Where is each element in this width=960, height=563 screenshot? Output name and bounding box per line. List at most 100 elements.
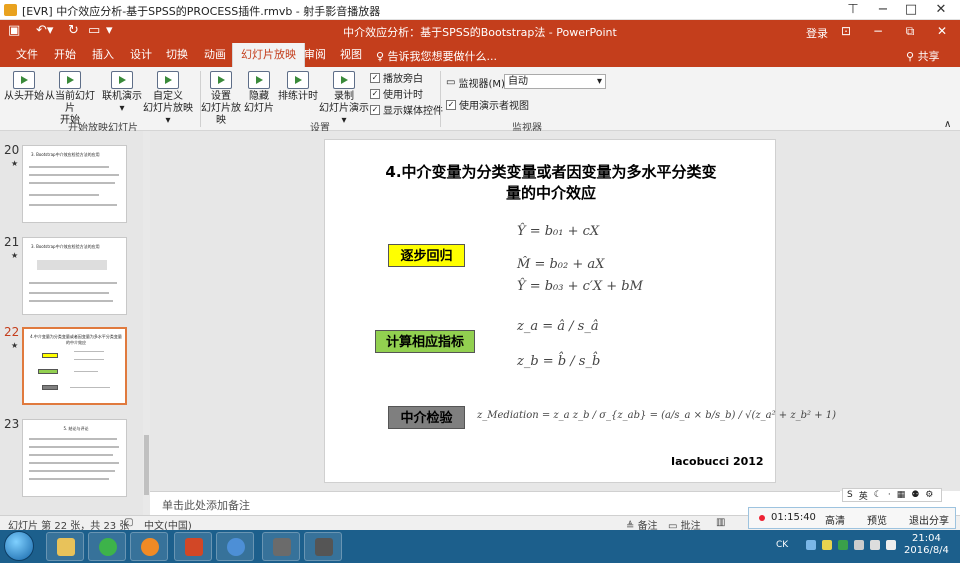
tab-slideshow[interactable]: 幻灯片放映 (232, 43, 305, 67)
tray-volume-icon[interactable] (886, 540, 896, 550)
player-close-button[interactable]: ✕ (926, 0, 956, 20)
hide-slide-label-1: 隐藏 (249, 91, 269, 102)
thumb-label-gray (42, 385, 58, 390)
taskbar-powerpoint[interactable] (174, 532, 212, 561)
input-language[interactable]: CK (776, 540, 788, 550)
recorder-icon (315, 538, 333, 556)
thumb-label-yellow (42, 353, 58, 358)
ribbon-display-options-icon[interactable]: ⊡ (832, 22, 860, 41)
chevron-down-icon: ▾ (596, 76, 602, 87)
tab-design[interactable]: 设计 (122, 43, 160, 67)
tray-security-icon[interactable] (838, 540, 848, 550)
tray-network-icon[interactable] (806, 540, 816, 550)
rehearse-timings-button[interactable]: 排练计时 (278, 69, 318, 103)
collapse-ribbon-icon[interactable]: ∧ (944, 119, 951, 130)
setup-slideshow-icon (210, 71, 232, 89)
tab-transitions[interactable]: 切换 (158, 43, 196, 67)
thumb-line (70, 387, 110, 388)
thumb-title: 3. Bootstrap中介效应检验方法的应用 (31, 244, 100, 249)
taskbar-explorer[interactable] (46, 532, 84, 561)
notes-pane[interactable]: 单击此处添加备注 (150, 491, 840, 515)
tab-review[interactable]: 审阅 (296, 43, 334, 67)
ime-s-icon[interactable]: S (847, 490, 853, 500)
ime-punctuation-icon[interactable]: · (888, 490, 891, 500)
clock-time: 21:04 (912, 533, 941, 544)
thumb-line (29, 194, 99, 196)
thumb-line (74, 351, 104, 352)
recording-time: 01:15:40 (771, 512, 816, 523)
player-minimize-button[interactable]: − (868, 0, 898, 20)
online-present-button[interactable]: 联机演示 ▾ (100, 69, 144, 115)
taskbar-360-browser[interactable] (88, 532, 126, 561)
scrollbar-thumb[interactable] (144, 435, 149, 495)
presenter-view-checkbox[interactable]: ✓ 使用演示者视图 (446, 97, 529, 112)
exit-share-button[interactable]: 退出分享 (909, 512, 949, 527)
ime-moon-icon[interactable]: ☾ (874, 490, 882, 500)
tell-me-search[interactable]: ♀ 告诉我您想要做什么... (376, 48, 497, 64)
monitor-select[interactable]: 自动 ▾ (504, 74, 606, 89)
slide-thumbnail[interactable]: 5. 结论与评论 (22, 419, 127, 497)
thumb-line (29, 454, 113, 456)
compute-indices-label[interactable]: 计算相应指标 (375, 330, 475, 353)
thumb-title: 4.中介变量为分类变量或者因变量为多水平分类变量的中介效应 (30, 334, 122, 345)
quality-button[interactable]: 高清 (825, 512, 845, 527)
from-beginning-button[interactable]: 从头开始 (4, 69, 44, 103)
taskbar-sync-app[interactable] (130, 532, 168, 561)
player-maximize-button[interactable]: □ (896, 0, 926, 20)
taskbar-recorder[interactable] (304, 532, 342, 561)
preview-button[interactable]: 预览 (867, 512, 887, 527)
thumb-number: 23 (4, 417, 20, 431)
slide-thumbnail-selected[interactable]: 4.中介变量为分类变量或者因变量为多水平分类变量的中介效应 (22, 327, 127, 405)
equation-z-b: z_b = b̂ / s_b̂ (517, 354, 601, 369)
equation-z-mediation: z_Mediation = z_a z_b / σ_{z_ab} = (a/s_… (477, 410, 837, 421)
ime-keyboard-icon[interactable]: ▦ (897, 490, 906, 500)
thumb-line (74, 359, 104, 360)
ribbon: 从头开始 从当前幻灯片 开始 联机演示 ▾ 自定义 幻灯片放映 ▾ 开始放映幻灯… (0, 67, 960, 134)
use-timings-checkbox[interactable]: ✓ 使用计时 (370, 86, 423, 101)
pin-icon[interactable]: ⊤ (838, 0, 868, 20)
start-button[interactable] (4, 531, 34, 561)
ime-user-icon[interactable]: ⚉ (911, 490, 919, 500)
tray-battery-icon[interactable] (870, 540, 880, 550)
custom-slideshow-icon (157, 71, 179, 89)
slide-title[interactable]: 4.中介变量为分类变量或者因变量为多水平分类变 量的中介效应 (345, 162, 757, 204)
narration-checkbox[interactable]: ✓ 播放旁白 (370, 70, 423, 85)
online-present-dropdown: ▾ (119, 103, 125, 114)
spellcheck-icon[interactable]: ▢ (124, 517, 133, 528)
share-button[interactable]: ⚲ 共享 (906, 48, 940, 64)
ime-english-icon[interactable]: 英 (859, 489, 868, 502)
tab-animations[interactable]: 动画 (196, 43, 234, 67)
slide-thumbnail[interactable]: 3. Bootstrap中介效应检验方法的应用 (22, 145, 127, 223)
thumb-number: 22 (4, 325, 20, 339)
tab-insert[interactable]: 插入 (84, 43, 122, 67)
media-controls-checkbox[interactable]: ✓ 显示媒体控件 (370, 102, 443, 117)
screen-share-widget: 01:15:40 高清 预览 退出分享 (748, 507, 956, 529)
ime-settings-icon[interactable]: ⚙ (925, 490, 933, 500)
equation-z-a: z_a = â / s_â (517, 319, 599, 334)
normal-view-icon[interactable]: ▥ (716, 517, 725, 528)
tab-home[interactable]: 开始 (46, 43, 84, 67)
ribbon-tabs: 文件 开始 插入 设计 切换 动画 幻灯片放映 审阅 视图 ♀ 告诉我您想要做什… (0, 43, 960, 67)
ppt-restore-button[interactable]: ⧉ (896, 22, 924, 41)
thumb-line (29, 300, 113, 302)
ppt-close-button[interactable]: ✕ (928, 22, 956, 41)
tray-app-icon[interactable] (822, 540, 832, 550)
tab-file[interactable]: 文件 (8, 43, 46, 67)
tray-flag-icon[interactable] (854, 540, 864, 550)
online-present-label: 联机演示 (102, 91, 142, 102)
thumb-number: 20 (4, 143, 20, 157)
login-link[interactable]: 登录 (806, 25, 828, 41)
ppt-minimize-button[interactable]: − (864, 22, 892, 41)
hide-slide-button[interactable]: 隐藏 幻灯片 (244, 69, 274, 115)
mediation-test-label[interactable]: 中介检验 (388, 406, 465, 429)
taskbar-app[interactable] (262, 532, 300, 561)
setup-slideshow-button[interactable]: 设置 幻灯片放映 (198, 69, 244, 127)
thumb-line (29, 182, 115, 184)
taskbar-player[interactable] (216, 532, 254, 561)
taskbar-clock[interactable]: 21:04 2016/8/4 (904, 533, 949, 557)
slide[interactable]: 4.中介变量为分类变量或者因变量为多水平分类变 量的中介效应 逐步回归 计算相应… (324, 139, 836, 483)
custom-slideshow-button[interactable]: 自定义 幻灯片放映 ▾ (140, 69, 196, 127)
stepwise-regression-label[interactable]: 逐步回归 (388, 244, 465, 267)
tab-view[interactable]: 视图 (332, 43, 370, 67)
slide-thumbnail[interactable]: 3. Bootstrap中介效应检验方法的应用 (22, 237, 127, 315)
